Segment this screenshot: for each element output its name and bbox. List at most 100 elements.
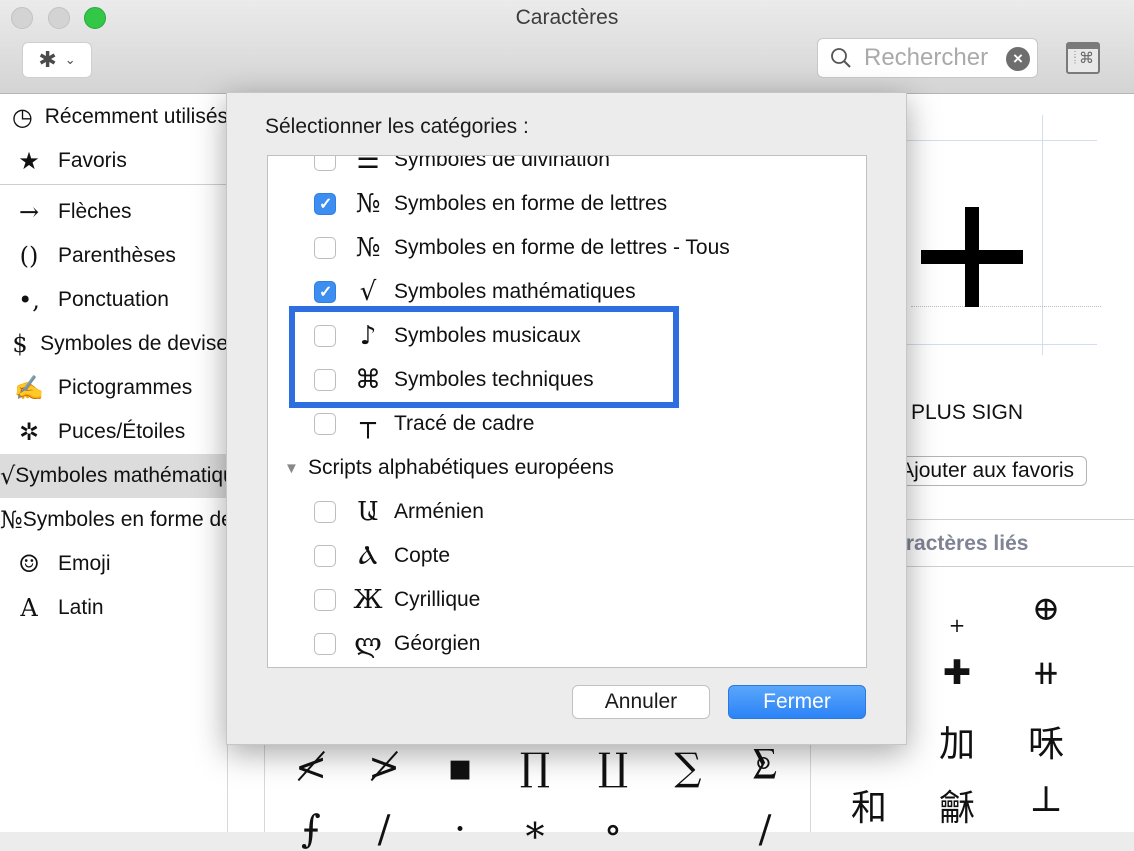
grid-character[interactable]: ≮	[276, 745, 346, 789]
related-character[interactable]: 加	[927, 715, 987, 767]
sidebar-item-math-symbols[interactable]: √Symboles mathématiques	[0, 454, 228, 498]
category-group-row[interactable]: ▼ Scripts alphabétiques européens	[268, 446, 866, 490]
category-row[interactable]: Ա Arménien	[268, 490, 866, 534]
pictogram-icon: ✍	[14, 374, 44, 402]
grid-character[interactable]: ∗	[500, 807, 570, 851]
plus-glyph-vertical	[965, 207, 979, 307]
category-checkbox[interactable]	[314, 193, 336, 215]
asterisk-icon: ✲	[18, 418, 40, 446]
related-character[interactable]: ⊕	[1016, 589, 1076, 629]
sidebar-item-letterlike[interactable]: №Symboles en forme de lettres	[0, 498, 228, 542]
category-row[interactable]: № Symboles en forme de lettres	[268, 182, 866, 226]
category-row[interactable]: Ж Cyrillique	[268, 578, 866, 622]
category-row[interactable]: ☰ Symboles de divination	[268, 155, 866, 182]
sidebar-item-label: Symboles de devise	[40, 332, 228, 355]
related-character[interactable]: 和	[839, 779, 899, 831]
category-row[interactable]: ლ Géorgien	[268, 622, 866, 666]
sidebar-item-label: Symboles en forme de lettres	[22, 508, 228, 531]
related-character[interactable]: ⊥	[1016, 779, 1076, 820]
sidebar-item-arrows[interactable]: → Flèches	[0, 190, 228, 234]
category-checkbox[interactable]	[314, 413, 336, 435]
category-row[interactable]: № Symboles en forme de lettres - Tous	[268, 226, 866, 270]
category-checkbox[interactable]	[314, 589, 336, 611]
sidebar-item-label: Pictogrammes	[58, 376, 193, 399]
dollar-icon: $	[12, 330, 28, 358]
search-field[interactable]: ×	[817, 38, 1038, 78]
grid-character[interactable]: ≯	[349, 745, 419, 789]
disclosure-triangle-icon[interactable]: ▼	[284, 460, 299, 477]
sidebar-item-recent[interactable]: ◷ Récemment utilisés	[0, 95, 228, 139]
georgian-letter-icon: ლ	[354, 629, 382, 659]
parentheses-icon: ()	[19, 242, 39, 270]
category-selection-dialog: Sélectionner les catégories : ☰ Symboles…	[226, 92, 907, 745]
category-label: Symboles mathématiques	[394, 280, 636, 303]
sidebar-item-label: Parenthèses	[58, 244, 176, 267]
grid-character[interactable]: ·	[425, 807, 495, 851]
category-label: Tracé de cadre	[394, 412, 535, 435]
category-sidebar: ◷ Récemment utilisés ★ Favoris → Flèches ()…	[0, 95, 228, 832]
search-input[interactable]	[864, 43, 1004, 73]
star-icon: ★	[18, 147, 40, 175]
sidebar-item-parentheses[interactable]: () Parenthèses	[0, 234, 228, 278]
grid-character[interactable]: ∑	[653, 745, 723, 789]
group-label: Scripts alphabétiques européens	[308, 456, 614, 479]
character-name: PLUS SIGN	[911, 401, 1024, 424]
sidebar-item-label: Emoji	[58, 552, 111, 575]
grid-character[interactable]: ∕	[349, 807, 419, 851]
close-button[interactable]: Fermer	[728, 685, 866, 719]
chevron-down-icon: ⌄	[64, 52, 76, 67]
sidebar-item-punctuation[interactable]: •, Ponctuation	[0, 278, 228, 322]
sidebar-item-label: Symboles mathématiques	[15, 464, 228, 487]
grid-character[interactable]: ∕	[730, 807, 800, 851]
category-checkbox[interactable]	[314, 545, 336, 567]
grid-character[interactable]: ∏	[500, 745, 570, 789]
category-label: Copte	[394, 544, 451, 567]
grid-character[interactable]: ▪	[425, 745, 495, 789]
sidebar-item-label: Favoris	[58, 149, 127, 172]
action-menu-button[interactable]: ✱ ⌄	[22, 42, 92, 78]
sidebar-item-label: Récemment utilisés	[44, 105, 228, 128]
category-checkbox[interactable]	[314, 281, 336, 303]
sidebar-item-bullets-stars[interactable]: ✲ Puces/Étoiles	[0, 410, 228, 454]
category-checkbox[interactable]	[314, 501, 336, 523]
sidebar-item-emoji[interactable]: ☺ Emoji	[0, 542, 228, 586]
arrow-icon: →	[18, 198, 40, 226]
grid-character[interactable]: ⨊	[730, 739, 800, 784]
keyboard-viewer-button[interactable]: ⋮ ⋮ ⌘	[1066, 42, 1100, 74]
sidebar-item-favorites[interactable]: ★ Favoris	[0, 139, 228, 183]
sidebar-item-currency[interactable]: $ Symboles de devise	[0, 322, 228, 366]
category-checkbox[interactable]	[314, 633, 336, 655]
numero-icon: №	[355, 233, 381, 263]
category-label: Symboles en forme de lettres	[394, 192, 668, 215]
category-label: Géorgien	[394, 632, 481, 655]
category-checkbox[interactable]	[314, 156, 336, 171]
related-character[interactable]: 咊	[1016, 715, 1076, 767]
clear-search-icon[interactable]: ×	[1006, 47, 1030, 71]
sidebar-item-pictograms[interactable]: ✍ Pictogrammes	[0, 366, 228, 410]
grid-character[interactable]: ∐	[578, 745, 648, 789]
category-row[interactable]: Ⲁ Copte	[268, 534, 866, 578]
grid-character[interactable]: ⨍	[276, 807, 346, 851]
sidebar-item-latin[interactable]: A Latin	[0, 586, 228, 630]
numero-icon: №	[355, 189, 381, 219]
category-label: Symboles en forme de lettres - Tous	[394, 236, 730, 259]
viewer-dots: ⋮ ⋮	[1071, 50, 1079, 65]
punctuation-icon: •,	[18, 286, 40, 314]
cancel-button[interactable]: Annuler	[572, 685, 710, 719]
gear-icon: ✱	[38, 47, 57, 72]
window-title: Caractères	[515, 6, 619, 29]
category-row[interactable]: ┬ Tracé de cadre	[268, 402, 866, 446]
related-character[interactable]: ⧺	[1016, 653, 1076, 693]
related-character[interactable]: +	[927, 613, 987, 637]
annotation-highlight-box	[289, 306, 679, 408]
command-key-icon: ⌘	[1079, 50, 1094, 67]
category-list[interactable]: ☰ Symboles de divination № Symboles en f…	[267, 155, 867, 668]
category-label: Symboles de divination	[394, 155, 610, 171]
related-character[interactable]: ✚	[927, 653, 987, 693]
category-checkbox[interactable]	[314, 237, 336, 259]
box-drawing-icon: ┬	[360, 409, 376, 439]
characters-window: Caractères ✱ ⌄ × ⋮⋮ ⌘ ◷ Récemment utilisé…	[0, 0, 1134, 851]
grid-character[interactable]: ∘	[578, 807, 648, 851]
related-character[interactable]: 龢	[927, 779, 987, 831]
title-bar: Caractères ✱ ⌄ × ⋮⋮ ⌘	[0, 0, 1134, 94]
